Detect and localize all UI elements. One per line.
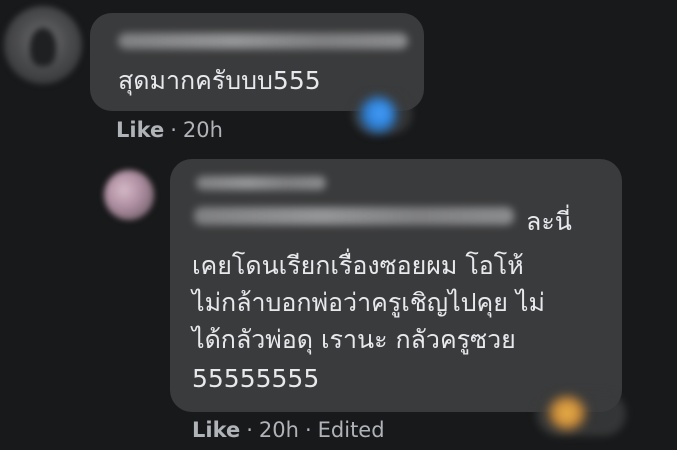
separator-dot: · — [304, 418, 312, 442]
commenter-avatar[interactable] — [4, 6, 82, 84]
reply-actions: Like · 20h · Edited — [192, 418, 385, 442]
comment-actions: Like · 20h — [116, 118, 223, 142]
reaction-emoji-icon[interactable] — [548, 396, 586, 430]
like-button[interactable]: Like — [192, 418, 240, 442]
reply-timestamp[interactable]: 20h — [259, 418, 299, 442]
separator-dot: · — [170, 118, 177, 142]
replier-name-redacted[interactable] — [196, 176, 326, 190]
comment-timestamp[interactable]: 20h — [183, 118, 223, 142]
replier-avatar[interactable] — [104, 170, 154, 220]
reaction-emoji-icon[interactable] — [360, 97, 396, 133]
mentioned-name-redacted[interactable] — [194, 207, 514, 225]
reply-text-line: 55555555 — [192, 364, 320, 393]
reply-text-line: ละนี่ — [526, 207, 572, 236]
edited-label[interactable]: Edited — [318, 418, 385, 442]
like-button[interactable]: Like — [116, 118, 164, 142]
separator-dot: · — [246, 418, 253, 442]
commenter-name-redacted[interactable] — [118, 33, 408, 49]
reply-text-line: ไม่กล้าบอกพ่อว่าครูเชิญไปคุย ไม่ — [192, 288, 545, 317]
reply-text-line: ได้กลัวพ่อดุ เรานะ กลัวครูซวย — [192, 325, 516, 354]
comments-thread: สุดมากครับบบ555 Like · 20h ละนี่ เคยโดนเรี… — [0, 0, 677, 450]
comment-text: สุดมากครับบบ555 — [118, 66, 321, 95]
reply-text-line: เคยโดนเรียกเรื่องซอยผม โอโห้ — [192, 251, 524, 280]
